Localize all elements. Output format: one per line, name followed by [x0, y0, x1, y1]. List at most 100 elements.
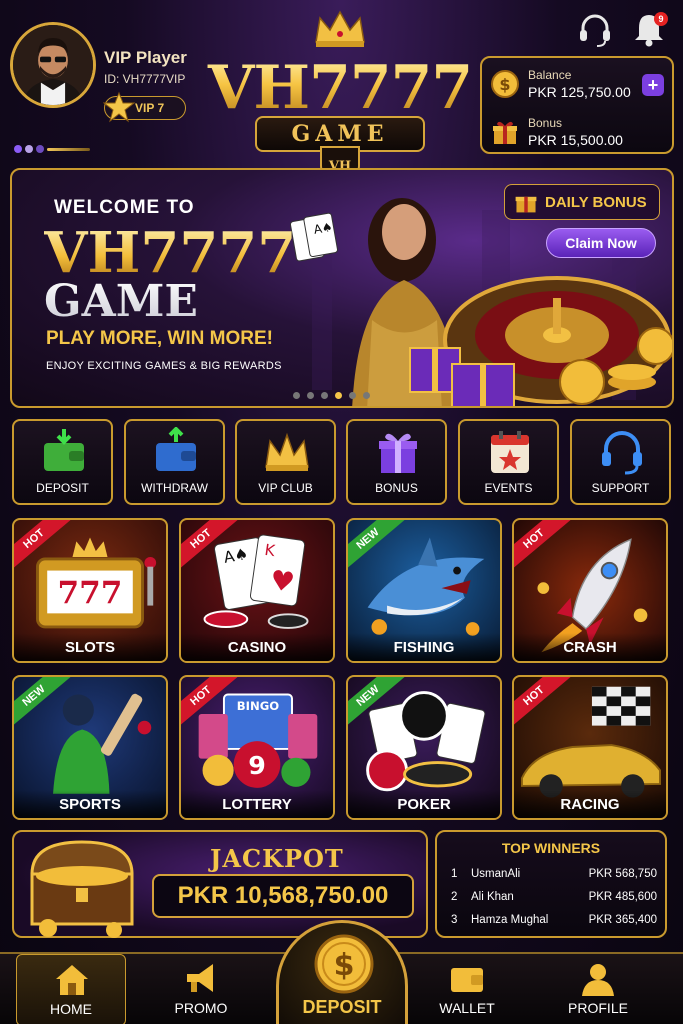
support-action-label: SUPPORT	[591, 481, 650, 495]
game-tile-poker[interactable]: NEW POKER	[346, 675, 502, 820]
svg-text:BINGO: BINGO	[237, 699, 280, 713]
winner-rank: 2	[451, 891, 458, 903]
bonus-action[interactable]: BONUS	[346, 419, 447, 505]
game-label-lottery: LOTTERY	[181, 790, 333, 818]
nav-wallet[interactable]: WALLET	[412, 954, 522, 1024]
vip-level-label: VIP 7	[135, 101, 165, 115]
withdraw-action[interactable]: WITHDRAW	[124, 419, 225, 505]
deposit-action[interactable]: DEPOSIT	[12, 419, 113, 505]
calendar-icon	[491, 431, 529, 473]
game-label-racing: RACING	[514, 790, 666, 818]
carousel-dot[interactable]	[363, 392, 370, 399]
logo-crown-icon	[315, 10, 365, 47]
top-winners-panel: TOP WINNERS 1 UsmanAli PKR 568,750 2 Ali…	[435, 830, 667, 938]
withdraw-action-label: WITHDRAW	[141, 481, 208, 495]
events-action-label: EVENTS	[484, 481, 533, 495]
jackpot-amount: PKR 10,568,750.00	[152, 874, 414, 918]
bonus-action-label: BONUS	[375, 481, 418, 495]
game-tile-sports[interactable]: NEW SPORTS	[12, 675, 168, 820]
game-label-sports: SPORTS	[14, 790, 166, 818]
game-tile-lottery[interactable]: BINGO 9 HOT LOTTERY	[179, 675, 335, 820]
game-label-crash: CRASH	[514, 633, 666, 661]
top-winners-title: TOP WINNERS	[501, 840, 601, 856]
game-tile-fishing[interactable]: NEW FISHING	[346, 518, 502, 663]
winner-amount: PKR 365,400	[588, 914, 657, 926]
carousel-dot[interactable]	[349, 392, 356, 399]
svg-text:777: 777	[58, 576, 123, 612]
balance-value: PKR 125,750.00	[528, 84, 631, 100]
player-name: VIP Player	[104, 48, 187, 67]
avatar-image	[13, 25, 93, 105]
carousel-dot[interactable]	[307, 392, 314, 399]
add-funds-button[interactable]: +	[642, 74, 664, 96]
daily-bonus-label[interactable]: DAILY BONUS	[504, 184, 660, 220]
app-logo: VH7777 GAME VH	[205, 8, 475, 186]
game-tile-crash[interactable]: HOT CRASH	[512, 518, 668, 663]
support-action[interactable]: SUPPORT	[570, 419, 671, 505]
banner-welcome: WELCOME TO	[54, 197, 195, 218]
game-tile-racing[interactable]: HOT RACING	[512, 675, 668, 820]
winner-amount: PKR 485,600	[588, 891, 657, 903]
notification-badge: 9	[654, 12, 668, 26]
game-label-poker: POKER	[348, 790, 500, 818]
events-action[interactable]: EVENTS	[458, 419, 559, 505]
logo-sub-text: GAME	[291, 121, 389, 147]
winner-amount: PKR 568,750	[588, 868, 657, 880]
winner-row: 2 Ali Khan PKR 485,600	[451, 891, 657, 903]
nav-profile-label: PROFILE	[568, 1000, 628, 1016]
svg-text:♥: ♥	[268, 565, 296, 599]
balance-label: Balance	[528, 68, 572, 82]
nav-promo-label: PROMO	[174, 1000, 228, 1016]
support-headset-icon[interactable]	[576, 10, 614, 48]
nav-profile[interactable]: PROFILE	[543, 954, 653, 1024]
vip-level-badge[interactable]: VIP 7	[103, 91, 186, 123]
headset-icon	[602, 431, 642, 475]
avatar[interactable]	[10, 22, 96, 108]
banner-subtitle: GAME	[44, 276, 198, 327]
daily-bonus-text: DAILY BONUS	[545, 193, 647, 211]
game-tile-casino[interactable]: A♠ K ♥ HOT CASINO	[179, 518, 335, 663]
winner-rank: 3	[451, 914, 458, 926]
carousel-dot[interactable]	[293, 392, 300, 399]
carousel-dots	[293, 392, 370, 399]
nav-wallet-label: WALLET	[439, 1000, 495, 1016]
deposit-action-label: DEPOSIT	[36, 481, 89, 495]
vip-star-icon	[103, 91, 135, 123]
wallet-icon	[451, 968, 483, 992]
crown-icon	[265, 432, 309, 471]
nav-promo[interactable]: PROMO	[146, 954, 256, 1024]
logo-text: VH7777	[205, 53, 475, 123]
svg-text:$: $	[334, 948, 355, 983]
vip-club-action[interactable]: VIP CLUB	[235, 419, 336, 505]
bonus-label: Bonus	[528, 116, 563, 130]
player-id: ID: VH7777VIP	[104, 72, 186, 86]
wallet-deposit-icon	[44, 429, 84, 471]
claim-now-button[interactable]: Claim Now	[546, 228, 656, 258]
banner-description: ENJOY EXCITING GAMES & BIG REWARDS	[46, 360, 282, 372]
winner-name: Ali Khan	[471, 891, 514, 903]
banner-tagline: PLAY MORE, WIN MORE!	[46, 328, 273, 349]
game-label-slots: SLOTS	[14, 633, 166, 661]
nav-deposit-label: DEPOSIT	[302, 997, 382, 1017]
megaphone-icon	[187, 964, 213, 992]
wallet-withdraw-icon	[156, 427, 196, 471]
profile-icon	[582, 964, 614, 996]
winner-row: 1 UsmanAli PKR 568,750	[451, 868, 657, 880]
carousel-dot-active[interactable]	[335, 392, 342, 399]
game-tile-slots[interactable]: 777 HOT SLOTS	[12, 518, 168, 663]
bonus-value: PKR 15,500.00	[528, 132, 623, 148]
vip-club-action-label: VIP CLUB	[258, 481, 313, 495]
jackpot-panel[interactable]: JACKPOT PKR 10,568,750.00	[12, 830, 428, 938]
carousel-dot[interactable]	[321, 392, 328, 399]
app-root: VIP Player ID: VH7777VIP VIP 7 VH7777 GA…	[0, 0, 683, 1024]
home-icon	[56, 965, 88, 995]
winner-row: 3 Hamza Mughal PKR 365,400	[451, 914, 657, 926]
svg-text:$: $	[499, 75, 510, 94]
balance-row: $ Balance PKR 125,750.00	[490, 68, 631, 100]
gift-icon	[515, 196, 537, 213]
svg-text:9: 9	[248, 751, 266, 780]
nav-home[interactable]: HOME	[16, 954, 126, 1024]
gift-icon	[379, 433, 417, 473]
jackpot-title: JACKPOT	[210, 844, 344, 873]
promo-banner[interactable]: A♠ WELCOME TO VH7777 GAME PLAY MORE, WIN…	[10, 168, 674, 408]
